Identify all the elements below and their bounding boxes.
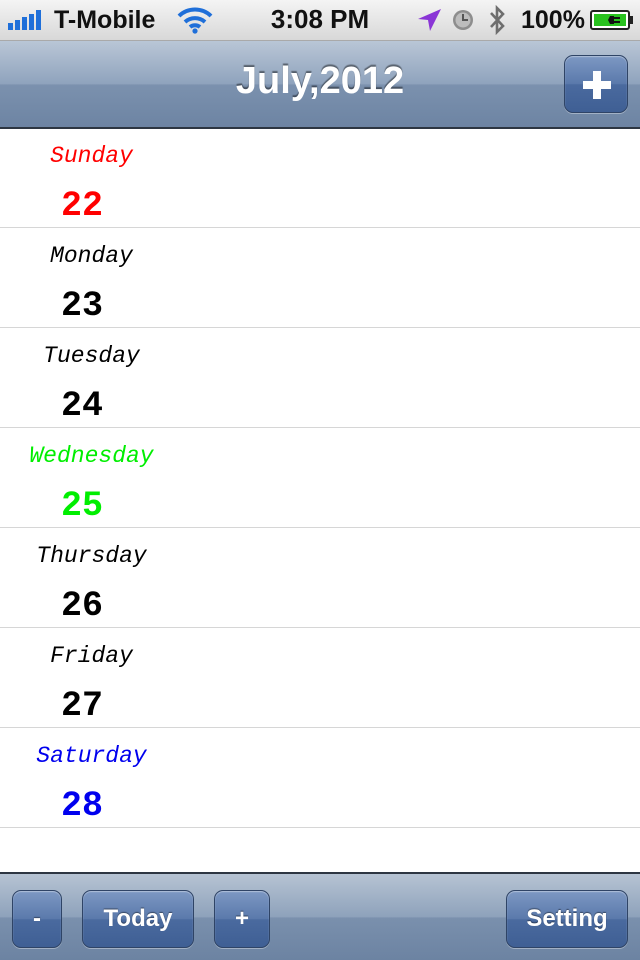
day-row-tuesday[interactable]: Tuesday 24 <box>0 328 640 428</box>
day-number: 26 <box>60 586 103 626</box>
day-name: Monday <box>50 243 133 269</box>
today-button[interactable]: Today <box>82 890 194 948</box>
day-name: Saturday <box>36 743 147 769</box>
next-week-button[interactable]: + <box>214 890 270 948</box>
month-title: July,2012 <box>235 60 405 102</box>
status-bar: T-Mobile 3:08 PM 100% <box>0 0 640 41</box>
alarm-clock-icon <box>453 10 473 30</box>
day-row-saturday[interactable]: Saturday 28 <box>0 728 640 828</box>
day-name: Tuesday <box>43 343 140 369</box>
day-name: Thursday <box>36 543 147 569</box>
battery-charging-icon <box>590 10 633 30</box>
setting-button[interactable]: Setting <box>506 890 628 948</box>
battery-percent: 100% <box>521 6 585 34</box>
app-screen: T-Mobile 3:08 PM 100% July,2012 Sunday 2… <box>0 0 640 960</box>
add-event-button[interactable] <box>564 55 628 113</box>
day-row-wednesday[interactable]: Wednesday 25 <box>0 428 640 528</box>
day-number: 28 <box>60 786 103 826</box>
day-list: Sunday 22 Monday 23 Tuesday 24 Wednesday… <box>0 128 640 828</box>
bluetooth-icon <box>490 5 505 35</box>
day-number: 23 <box>60 286 103 326</box>
location-arrow-icon <box>418 9 441 31</box>
day-number: 25 <box>60 486 103 526</box>
previous-week-button[interactable]: - <box>12 890 62 948</box>
bottom-toolbar: - Today + Setting <box>0 872 640 960</box>
day-row-monday[interactable]: Monday 23 <box>0 228 640 328</box>
day-name: Wednesday <box>29 443 154 469</box>
navigation-bar: July,2012 <box>0 41 640 129</box>
plus-icon <box>583 71 611 99</box>
day-name: Friday <box>50 643 133 669</box>
day-name: Sunday <box>50 143 133 169</box>
day-row-friday[interactable]: Friday 27 <box>0 628 640 728</box>
day-number: 27 <box>60 686 103 726</box>
day-number: 22 <box>60 186 103 226</box>
day-number: 24 <box>60 386 103 426</box>
day-row-thursday[interactable]: Thursday 26 <box>0 528 640 628</box>
day-row-sunday[interactable]: Sunday 22 <box>0 128 640 228</box>
